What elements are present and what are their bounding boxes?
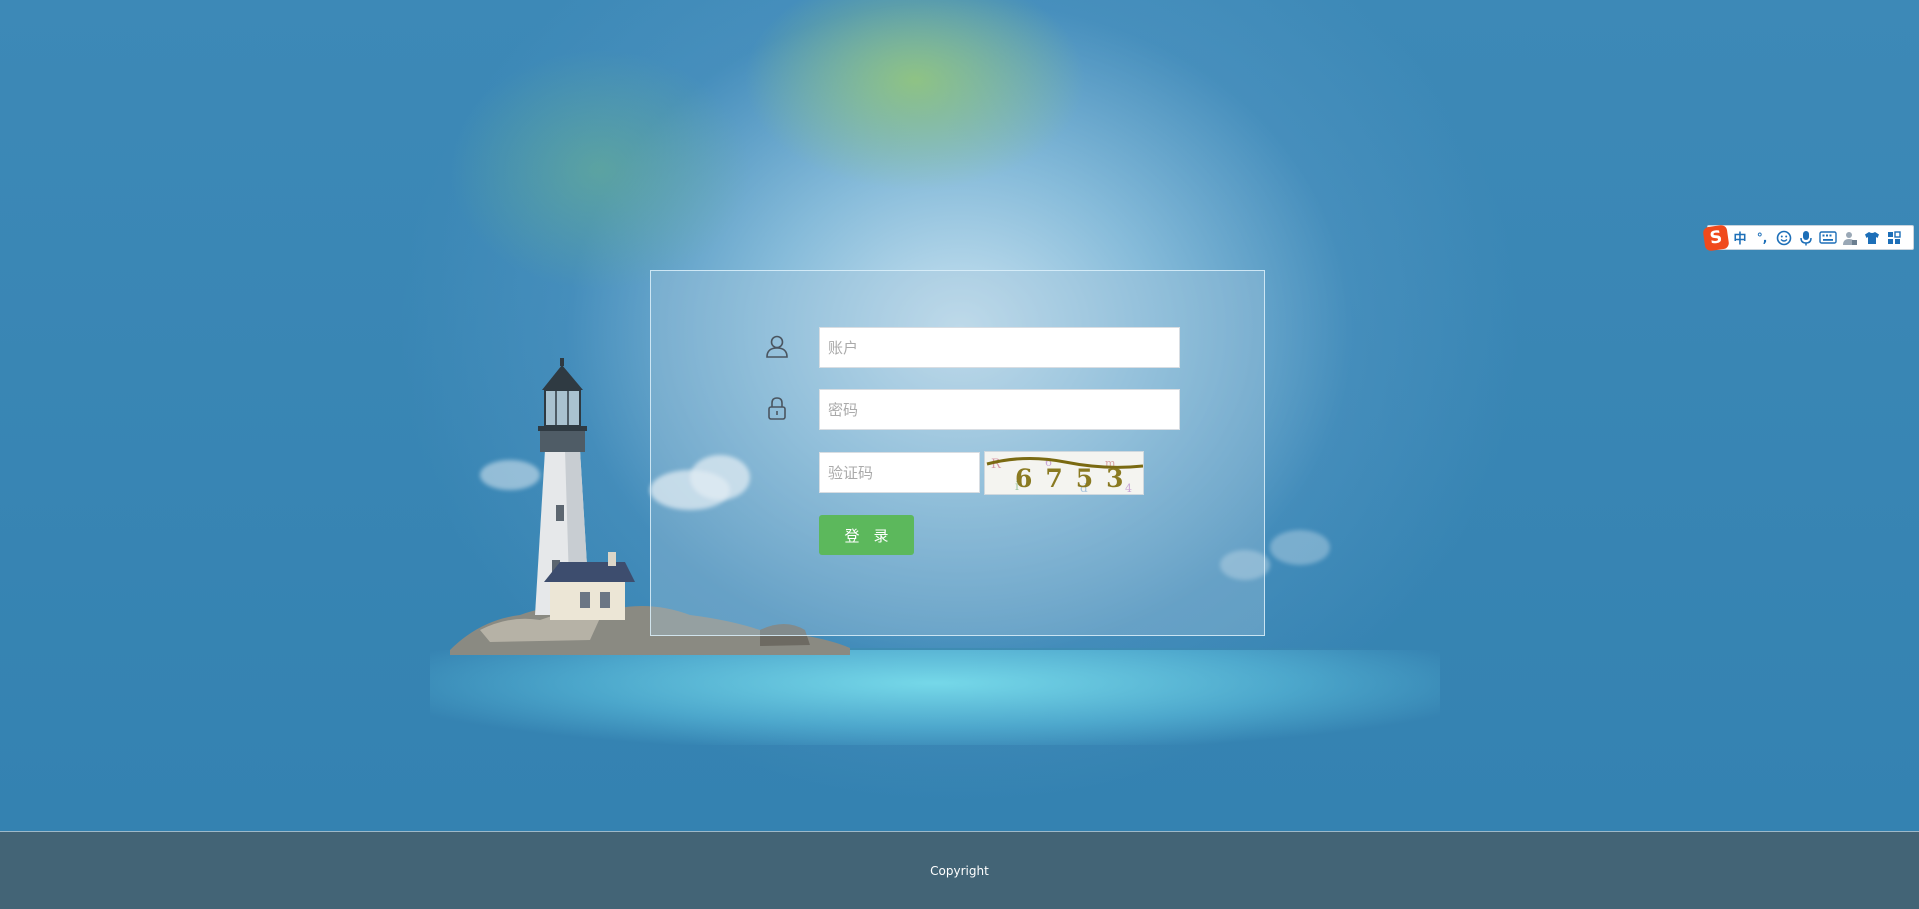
ime-toolbar[interactable]: S 中 °, (1702, 223, 1914, 252)
lock-icon (768, 397, 786, 420)
captcha-input[interactable] (819, 452, 980, 493)
user-icon[interactable] (1840, 228, 1860, 248)
sea-illustration (430, 650, 1440, 745)
captcha-image[interactable]: R i 6 d m 4 6753 (984, 451, 1144, 495)
sogou-logo-icon[interactable]: S (1702, 223, 1730, 252)
user-icon (766, 335, 788, 358)
captcha-graphic: R i 6 d m 4 6753 (986, 456, 1143, 494)
microphone-icon[interactable] (1796, 228, 1816, 248)
keyboard-icon[interactable] (1818, 228, 1838, 248)
login-panel: R i 6 d m 4 6753 登录 (650, 270, 1265, 636)
account-input[interactable] (819, 327, 1180, 368)
cloud-decoration (1270, 530, 1330, 565)
grid-menu-icon[interactable] (1884, 228, 1904, 248)
svg-text:R: R (991, 457, 1002, 472)
copyright-text: Copyright (930, 863, 989, 878)
login-button[interactable]: 登录 (819, 515, 914, 555)
password-input[interactable] (819, 389, 1180, 430)
punctuation-toggle[interactable]: °, (1752, 228, 1772, 248)
emoji-icon[interactable] (1774, 228, 1794, 248)
chinese-mode-toggle[interactable]: 中 (1730, 228, 1750, 248)
captcha-code: 6753 (1015, 464, 1137, 493)
skin-shirt-icon[interactable] (1862, 228, 1882, 248)
footer: Copyright (0, 831, 1919, 909)
